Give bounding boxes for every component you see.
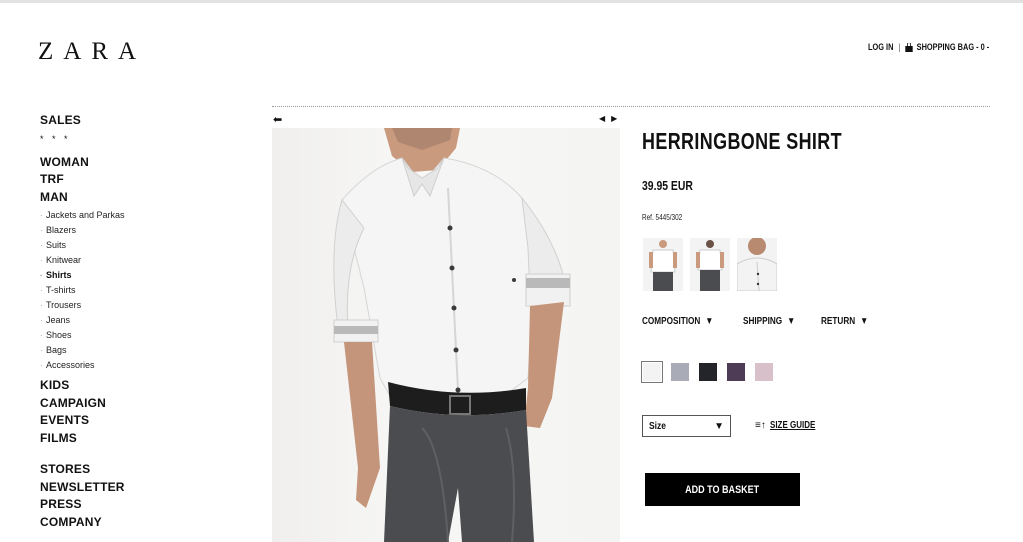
top-border [0,0,1023,3]
sub-item-label: Jeans [46,315,71,325]
color-swatch-purple[interactable] [727,363,745,381]
sub-item-label: Jackets and Parkas [46,210,125,220]
login-link[interactable]: LOG IN [868,42,893,52]
sub-item-label: Blazers [46,225,77,235]
nav-events[interactable]: EVENTS [40,412,240,430]
back-arrow-icon[interactable]: ⬅ [273,113,282,126]
next-arrow-icon[interactable]: ▶ [611,114,623,123]
nav-group-info: STORES NEWSLETTER PRESS COMPANY [40,461,240,531]
sub-item-label: Suits [46,240,67,250]
product-price: 39.95 EUR [642,178,693,193]
size-guide-link[interactable]: ≡↑ SIZE GUIDE [755,420,827,431]
sub-item-label: T-shirts [46,285,76,295]
nav-sales[interactable]: SALES [40,112,240,130]
sub-item-shirts[interactable]: · Shirts [40,268,240,283]
sub-item-blazers[interactable]: · Blazers [40,223,240,238]
sub-item-label: Knitwear [46,255,82,265]
triangle-down-icon: ▼ [705,316,714,327]
prev-arrow-icon[interactable]: ◀ [599,114,611,123]
thumb-image [649,240,677,291]
nav-woman[interactable]: WOMAN [40,154,240,172]
ruler-icon: ≡↑ [755,420,766,431]
shopping-bag-icon [905,42,913,52]
tab-shipping[interactable]: SHIPPING ▼ [743,316,795,327]
product-title: HERRINGBONE SHIRT [642,128,842,154]
color-swatches [641,361,773,383]
sub-item-bags[interactable]: · Bags [40,343,240,358]
nav-separator-stars: * * * [40,133,71,144]
thumb-image [737,238,777,291]
man-subcategories: · Jackets and Parkas · Blazers · Suits · Kni… [40,208,240,373]
color-swatch-black[interactable] [699,363,717,381]
nav-press[interactable]: PRESS [40,496,240,514]
nav-campaign[interactable]: CAMPAIGN [40,395,240,413]
sub-item-knitwear[interactable]: · Knitwear [40,253,240,268]
triangle-down-icon: ▼ [859,316,868,327]
sub-item-suits[interactable]: · Suits [40,238,240,253]
thumbnail-detail[interactable] [737,238,777,291]
tab-label: SHIPPING [743,316,783,327]
triangle-down-icon: ▼ [787,316,796,327]
size-guide-label: SIZE GUIDE [769,420,816,431]
sub-item-tshirts[interactable]: · T-shirts [40,283,240,298]
product-pager: ◀▶ [599,114,623,123]
sub-item-jeans[interactable]: · Jeans [40,313,240,328]
size-placeholder: Size [649,420,667,432]
thumbnail-front[interactable] [643,238,683,291]
sub-item-shoes[interactable]: · Shoes [40,328,240,343]
color-swatch-white[interactable] [641,361,663,383]
tab-label: RETURN [820,316,855,327]
model-illustration [333,128,571,542]
add-to-basket-label: ADD TO BASKET [685,483,760,496]
nav-newsletter[interactable]: NEWSLETTER [40,479,240,497]
tab-label: COMPOSITION [642,316,701,327]
zara-logo[interactable]: ZARA [38,38,146,66]
sub-item-accessories[interactable]: · Accessories [40,358,240,373]
sidebar-nav: SALES * * * WOMAN TRF MAN · Jackets and P… [40,112,240,531]
sub-item-label: Shoes [46,330,72,340]
shopping-bag-link[interactable]: SHOPPING BAG - 0 - [917,42,990,52]
tab-composition[interactable]: COMPOSITION ▼ [642,316,713,327]
sub-item-jackets[interactable]: · Jackets and Parkas [40,208,240,223]
tab-return[interactable]: RETURN ▼ [821,316,868,327]
nav-kids[interactable]: KIDS [40,377,240,395]
sub-item-label: Accessories [46,360,95,370]
product-thumbnails [643,238,777,291]
sub-item-trousers[interactable]: · Trousers [40,298,240,313]
triangle-down-icon: ▼ [714,420,724,432]
thumbnail-back[interactable] [690,238,730,291]
nav-man[interactable]: MAN [40,189,240,207]
nav-company[interactable]: COMPANY [40,514,240,532]
sub-item-label: Trousers [46,300,82,310]
add-to-basket-button[interactable]: ADD TO BASKET [645,473,800,506]
product-info-tabs: COMPOSITION ▼ SHIPPING ▼ RETURN ▼ [642,316,878,327]
product-photo[interactable] [272,128,620,542]
account-bar: LOG IN | SHOPPING BAG - 0 - [868,42,989,52]
thumb-image [696,240,724,291]
product-ref: Ref. 5445/302 [642,213,683,222]
sub-item-label: Shirts [46,270,72,280]
sub-item-label: Bags [46,345,67,355]
nav-group-more: KIDS CAMPAIGN EVENTS FILMS [40,377,240,447]
color-swatch-pink[interactable] [755,363,773,381]
nav-films[interactable]: FILMS [40,430,240,448]
separator: | [898,42,901,52]
color-swatch-grey[interactable] [671,363,689,381]
nav-trf[interactable]: TRF [40,171,240,189]
dotted-divider [272,106,990,107]
nav-stores[interactable]: STORES [40,461,240,479]
size-dropdown[interactable]: Size ▼ [642,415,731,437]
